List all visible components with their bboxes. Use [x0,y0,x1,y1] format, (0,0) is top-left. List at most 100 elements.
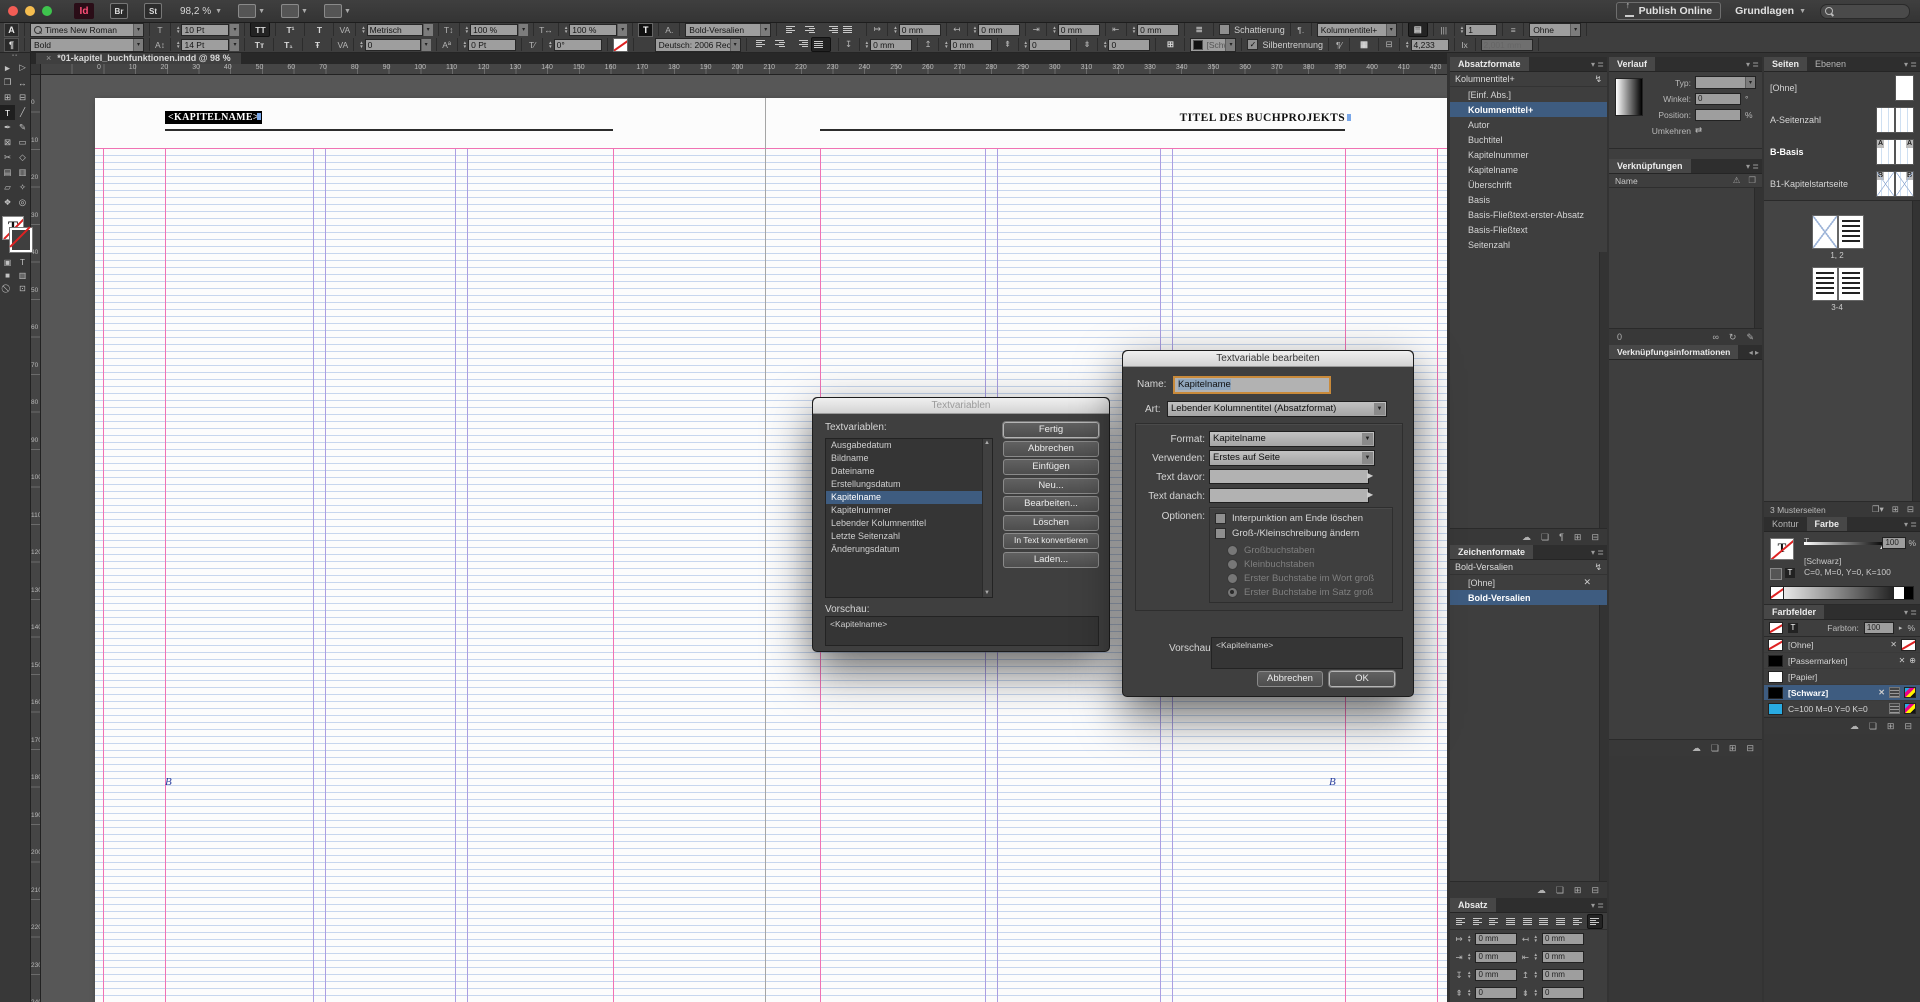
spread-thumbnail-1-2[interactable] [1812,215,1864,249]
dialog-title-bar[interactable]: Textvariablen [813,398,1109,414]
textvariable-item[interactable]: Letzte Seitenzahl [826,530,992,543]
stock-button[interactable]: St [144,3,162,19]
textvariable-item[interactable]: Dateiname [826,465,992,478]
margin-guide[interactable] [1437,148,1438,1002]
pen-tool[interactable]: ✒ [0,120,15,135]
para-field[interactable]: ▲▼0 mm [944,39,991,51]
horizontal-ruler[interactable]: 0102030405060708090100110120130140150160… [40,64,1447,75]
scrollbar[interactable] [1754,188,1762,328]
panel-menu-icon[interactable]: ▾ ≣ [1746,159,1762,173]
links-column-header[interactable]: Name⚠❐ [1609,174,1762,188]
char-checkbox-schattierung[interactable]: Schattierung [1219,24,1285,35]
align-justify-button[interactable] [841,23,859,36]
dialog-button-laden[interactable]: Laden... [1003,552,1099,568]
line-tool[interactable]: ╱ [15,105,30,120]
formatting-affects-container-icon[interactable]: ▣ [0,256,15,269]
redefine-style-icon[interactable]: ↯ [1594,562,1602,573]
character-style-item[interactable]: Bold-Versalien [1450,590,1607,605]
panel-menu-icon[interactable]: ▾ ≣ [1904,57,1920,71]
gradient-feather-tool[interactable]: ▥ [15,165,30,180]
white-swatch[interactable] [1893,587,1903,599]
radio-3[interactable]: Erster Buchstabe im Satz groß [1227,587,1373,598]
absatz-field[interactable]: 0 [1475,987,1517,999]
fill-stroke-proxy[interactable]: T [2,216,28,250]
dialog-button-intextkonvertieren[interactable]: In Text konvertieren [1003,533,1099,549]
type-tool[interactable]: T [0,105,15,120]
align-left-button[interactable] [784,23,802,36]
column-guide[interactable] [467,148,468,1002]
tab-farbe[interactable]: Farbe [1807,517,1848,531]
delete-page-icon[interactable]: ⊟ [1907,504,1914,515]
master-page-item[interactable]: B-BasisAA [1764,136,1920,168]
column-guide[interactable] [313,148,314,1002]
tools-panel-drag-handle[interactable]: ▪▪ [0,52,30,60]
char-combo[interactable]: Bold-Versalien▾ [685,23,771,37]
search-input[interactable] [1820,4,1910,19]
trash-icon[interactable]: ⊟ [1591,885,1599,896]
text-proxy-icon[interactable]: T [1785,568,1795,578]
ok-button[interactable]: OK [1329,671,1395,687]
paragraph-style-item[interactable]: Autor [1450,117,1607,132]
tab-verlauf[interactable]: Verlauf [1609,57,1655,71]
format-dropdown[interactable]: Kapitelname▼ [1209,431,1375,447]
swatch-none[interactable]: [Ohne]✕ [1764,637,1920,653]
scrollbar[interactable] [1599,252,1607,528]
para-icon[interactable]: ¶ [1559,532,1564,542]
apply-gradient-icon[interactable]: ▥ [15,269,30,282]
tab-ebenen[interactable]: Ebenen [1807,57,1854,71]
paragraph-style-item[interactable]: Basis-Fließtext [1450,222,1607,237]
para-field[interactable]: ▲▼14 Pt▾ [176,39,239,51]
master-page-item[interactable]: A-Seitenzahl [1764,104,1920,136]
char-field[interactable]: ▲▼0 mm [1132,24,1179,36]
paragraph-align-button[interactable] [1571,915,1585,928]
tint-dropdown-icon[interactable]: ▸ [1899,624,1903,632]
redefine-style-icon[interactable]: ↯ [1594,74,1602,85]
edit-original-icon[interactable]: ✎ [1746,332,1754,343]
paragraph-style-item[interactable]: Basis [1450,192,1607,207]
reverse-gradient-icon[interactable]: ⇄ [1695,125,1702,136]
checkbox-1[interactable]: Groß-/Kleinschreibung ändern [1215,528,1359,539]
tab-verknuepfungsinformationen[interactable]: Verknüpfungsinformationen [1609,345,1738,359]
paragraph-align-button[interactable] [1487,915,1501,928]
absatz-field[interactable]: 0 mm [1475,969,1517,981]
column-guide[interactable] [325,148,326,1002]
trash-icon[interactable]: ⊟ [1591,532,1599,543]
char-button[interactable]: T [310,23,328,36]
align-center-button[interactable] [773,37,791,50]
absatz-field[interactable]: 0 mm [1542,951,1584,963]
char-combo[interactable]: Kolumnentitel+▾ [1317,23,1397,37]
char-button[interactable]: ▤ [1408,22,1428,37]
workspace-switcher[interactable]: Grundlagen▼ [1735,5,1806,17]
gradient-tool[interactable]: ▤ [0,165,15,180]
align-justify-button[interactable] [811,37,831,52]
running-header-right[interactable]: TITEL DES BUCHPROJEKTS [1045,112,1345,124]
paragraph-style-item[interactable]: [Einf. Abs.] [1450,87,1607,102]
margin-guide[interactable] [613,148,614,1002]
para-field[interactable]: ▲▼0 mm [865,39,912,51]
master-page-item[interactable]: [Ohne] [1764,72,1920,104]
para-swatch-combo[interactable]: [Schw...▾ [1190,38,1236,52]
hand-tool[interactable]: ❖ [0,195,15,210]
paragraph-align-button[interactable] [1537,915,1551,928]
trash-icon[interactable]: ⊟ [1904,721,1912,732]
direct-selection-tool[interactable]: ▷ [15,60,30,75]
panel-menu-icon[interactable]: ▾ ≣ [1904,605,1920,619]
paragraph-style-item[interactable]: Kapitelname [1450,162,1607,177]
art-dropdown[interactable]: Lebender Kolumnentitel (Absatzformat)▼ [1167,401,1387,417]
radio-2[interactable]: Erster Buchstabe im Wort groß [1227,573,1374,584]
dialog-button-bearbeiten[interactable]: Bearbeiten... [1003,496,1099,512]
bridge-button[interactable]: Br [110,3,128,19]
radio-0[interactable]: Großbuchstaben [1227,545,1315,556]
ruler-origin-box[interactable] [30,64,41,75]
para-field[interactable]: ▲▼0 [1103,39,1150,51]
para-button[interactable]: T₁ [279,38,297,51]
text-danach-field[interactable] [1209,488,1369,503]
gap-tool[interactable]: ↔ [15,75,30,90]
radio-1[interactable]: Kleinbuchstaben [1227,559,1314,570]
absatz-field[interactable]: 0 [1542,987,1584,999]
panel-nav-icons[interactable]: ◂ ▸ [1749,345,1762,359]
textvariablen-listbox[interactable]: AusgabedatumBildnameDateinameErstellungs… [825,438,993,598]
fill-proxy-icon[interactable] [1769,622,1783,634]
scrollbar[interactable] [1599,605,1607,881]
paragraph-align-button[interactable] [1554,915,1568,928]
